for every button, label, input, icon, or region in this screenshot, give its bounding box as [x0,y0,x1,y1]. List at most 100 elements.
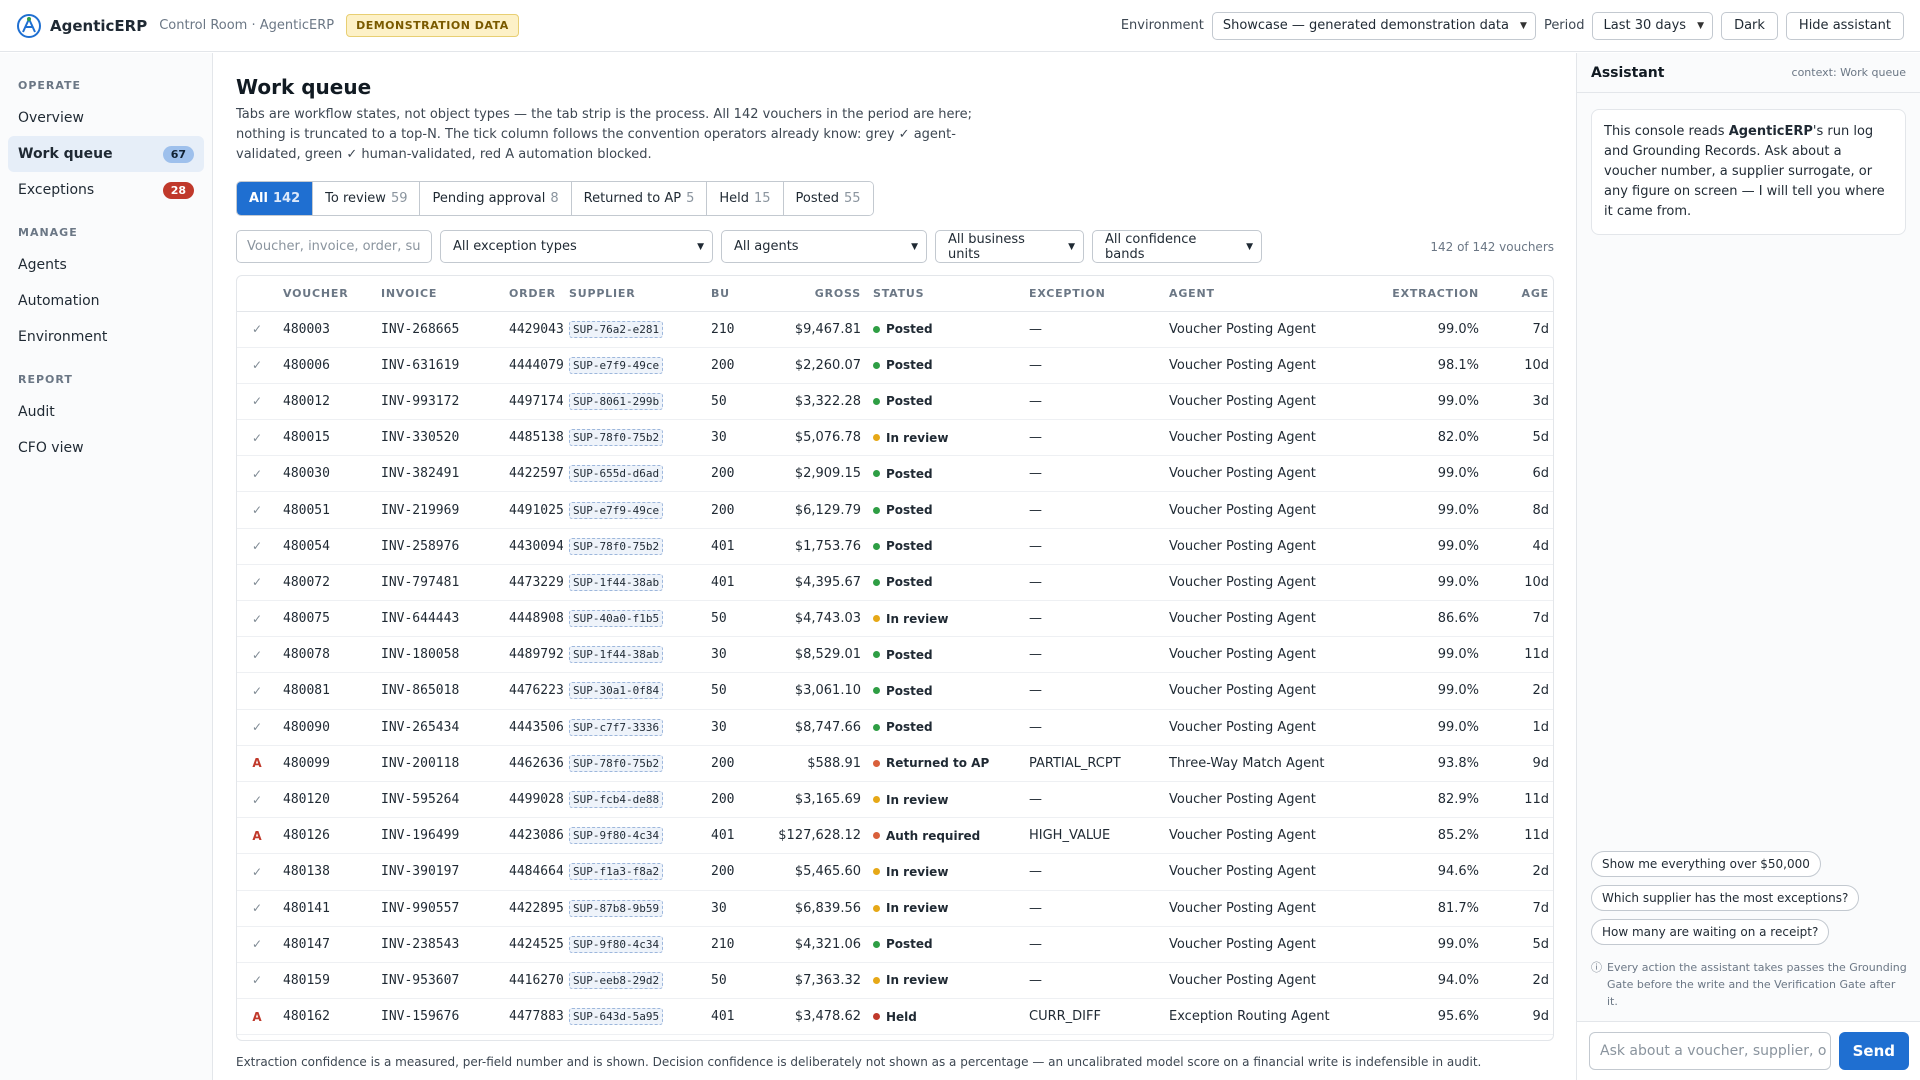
cell-gross: $588.91 [761,745,867,782]
cell-exception: HIGH_VALUE [1023,817,1163,855]
cell-voucher: 480003 [277,311,375,348]
cell-bu: 401 [705,817,761,855]
tab-held[interactable]: Held 15 [707,182,784,215]
column-header-bu[interactable]: BU [705,276,761,312]
search-input[interactable]: Voucher, invoice, order, su [236,230,432,263]
tab-all[interactable]: All 142 [237,182,314,215]
supplier-link[interactable]: SUP-8061-299b [569,392,664,410]
supplier-link[interactable]: SUP-1f44-38ab [569,573,664,591]
sidebar-item-audit[interactable]: Audit [8,394,204,430]
cell-voucher: 480054 [277,528,375,565]
table-row[interactable]: ✓ 480120 INV-595264 4499028 SUP-fcb4-de88 200… [237,781,1553,819]
suggestion-chip[interactable]: Show me everything over $50,000 [1591,851,1821,877]
cell-supplier: SUP-643d-5a95 [563,998,705,1036]
business-unit-filter[interactable]: All business units ▼ [935,230,1084,263]
supplier-link[interactable]: SUP-eeb8-29d2 [569,971,664,989]
table-row[interactable]: ✓ 480015 INV-330520 4485138 SUP-78f0-75b2 30 $… [237,419,1553,457]
agent-filter[interactable]: All agents ▼ [721,230,927,263]
cell-bu: 401 [705,998,761,1036]
supplier-link[interactable]: SUP-78f0-75b2 [569,537,664,555]
hide-assistant-button[interactable]: Hide assistant [1785,11,1904,40]
sidebar-item-environment[interactable]: Environment [8,319,204,355]
sidebar-item-agents[interactable]: Agents [8,247,204,283]
table-row[interactable]: ✓ 480006 INV-631619 4444079 SUP-e7f9-49ce 200… [237,347,1553,384]
table-row[interactable]: ✓ 480159 INV-953607 4416270 SUP-eeb8-29d2 50 $… [237,962,1553,1000]
cell-invoice: INV-196499 [375,817,503,855]
table-row[interactable]: ✓ 480081 INV-865018 4476223 SUP-30a1-0f84 50 $… [237,672,1553,710]
supplier-link[interactable]: SUP-40a0-f1b5 [569,610,664,628]
suggestion-chip[interactable]: How many are waiting on a receipt? [1591,919,1830,945]
tab-pending-approval[interactable]: Pending approval 8 [420,182,572,215]
column-header-voucher[interactable]: VOUCHER [277,276,375,312]
table-row[interactable]: ✓ 480054 INV-258976 4430094 SUP-78f0-75b2 401… [237,528,1553,565]
supplier-link[interactable]: SUP-e7f9-49ce [569,501,664,519]
sidebar-item-overview[interactable]: Overview [8,100,204,136]
supplier-link[interactable]: SUP-87b8-9b59 [569,899,664,917]
table-row[interactable]: ✓ 480030 INV-382491 4422597 SUP-655d-d6ad 200… [237,455,1553,493]
cell-agent: Voucher Posting Agent [1163,817,1359,855]
supplier-link[interactable]: SUP-1f44-38ab [569,646,664,664]
column-header-status[interactable]: STATUS [867,276,1023,312]
tab-posted[interactable]: Posted 55 [783,182,873,215]
column-header-extraction[interactable]: EXTRACTION [1359,276,1485,312]
cell-order: 4462636 [503,745,563,782]
status-badge: In review [873,612,948,626]
table-row[interactable]: ✓ 480141 INV-990557 4422895 SUP-87b8-9b59 30 $… [237,890,1553,927]
dark-mode-button[interactable]: Dark [1721,11,1778,40]
table-row[interactable]: ✓ 480138 INV-390197 4484664 SUP-f1a3-f8a2 200… [237,853,1553,891]
supplier-link[interactable]: SUP-fcb4-de88 [569,791,664,809]
table-row[interactable]: A 480126 INV-196499 4423086 SUP-9f80-4c34 401… [237,817,1553,855]
cell-age: 8d [1485,491,1553,529]
table-row[interactable]: ✓ 480147 INV-238543 4424525 SUP-9f80-4c34 210… [237,926,1553,963]
table-row[interactable]: A 480162 INV-159676 4477883 SUP-643d-5a95 401… [237,998,1553,1036]
table-row[interactable]: ✓ 480072 INV-797481 4473229 SUP-1f44-38ab 401… [237,564,1553,602]
sidebar-item-cfo-view[interactable]: CFO view [8,430,204,466]
supplier-link[interactable]: SUP-9f80-4c34 [569,827,664,845]
table-row[interactable]: A 480099 INV-200118 4462636 SUP-78f0-75b2 200… [237,745,1553,782]
supplier-link[interactable]: SUP-f1a3-f8a2 [569,863,664,881]
table-row[interactable]: ✓ 480051 INV-219969 4491025 SUP-e7f9-49ce 200… [237,491,1553,529]
table-row[interactable]: ✓ 480003 INV-268665 4429043 SUP-76a2-e281 210… [237,311,1553,348]
cell-status: Posted [867,347,1023,384]
supplier-link[interactable]: SUP-643d-5a95 [569,1008,664,1026]
tab-returned-to-ap[interactable]: Returned to AP 5 [571,182,708,215]
table-row[interactable]: ✓ 480090 INV-265434 4443506 SUP-c7f7-3336 30 $… [237,709,1553,746]
supplier-link[interactable]: SUP-78f0-75b2 [569,754,664,772]
cell-age: 11d [1485,817,1553,855]
assistant-input[interactable]: Ask about a voucher, supplier, o [1589,1032,1831,1070]
table-row[interactable]: ✓ 480078 INV-180058 4489792 SUP-1f44-38ab 30 $… [237,636,1553,674]
tab-to-review[interactable]: To review 59 [313,182,421,215]
supplier-link[interactable]: SUP-78f0-75b2 [569,429,664,447]
cell-voucher: 480030 [277,455,375,493]
sidebar-item-exceptions[interactable]: Exceptions 28 [8,172,204,208]
supplier-link[interactable]: SUP-76a2-e281 [569,320,664,338]
supplier-link[interactable]: SUP-655d-d6ad [569,465,664,483]
agent-validated-icon: ✓ [237,383,277,421]
column-header-exception[interactable]: EXCEPTION [1023,276,1163,312]
column-header-order[interactable]: ORDER [503,276,563,312]
period-select[interactable]: Last 30 days ▼ [1592,11,1714,40]
exception-type-filter[interactable]: All exception types ▼ [440,230,713,263]
table-row[interactable]: ✓ 480012 INV-993172 4497174 SUP-8061-299b 50 $… [237,383,1553,421]
environment-select[interactable]: Showcase — generated demonstration data … [1211,11,1536,40]
cell-invoice: INV-595264 [375,781,503,819]
suggestion-chip[interactable]: Which supplier has the most exceptions? [1591,885,1860,911]
supplier-link[interactable]: SUP-e7f9-49ce [569,356,664,374]
send-button[interactable]: Send [1838,1032,1909,1070]
column-header-invoice[interactable]: INVOICE [375,276,503,312]
table-row[interactable]: ✓ 480075 INV-644443 4448908 SUP-40a0-f1b5 50 $… [237,600,1553,638]
cell-invoice: INV-238543 [375,926,503,963]
sidebar-item-automation[interactable]: Automation [8,283,204,319]
column-header-gross[interactable]: GROSS [761,276,867,312]
supplier-link[interactable]: SUP-c7f7-3336 [569,718,664,736]
sidebar-item-work-queue[interactable]: Work queue 67 [8,136,204,172]
cell-order: 4484664 [503,853,563,891]
supplier-link[interactable]: SUP-9f80-4c34 [569,935,664,953]
cell-status: Returned to AP [867,745,1023,782]
supplier-link[interactable]: SUP-30a1-0f84 [569,682,664,700]
column-header-age[interactable]: AGE [1485,276,1553,312]
confidence-band-filter[interactable]: All confidence bands ▼ [1092,230,1262,263]
cell-agent: Voucher Posting Agent [1163,890,1359,927]
column-header-supplier[interactable]: SUPPLIER [563,276,705,312]
column-header-agent[interactable]: AGENT [1163,276,1359,312]
